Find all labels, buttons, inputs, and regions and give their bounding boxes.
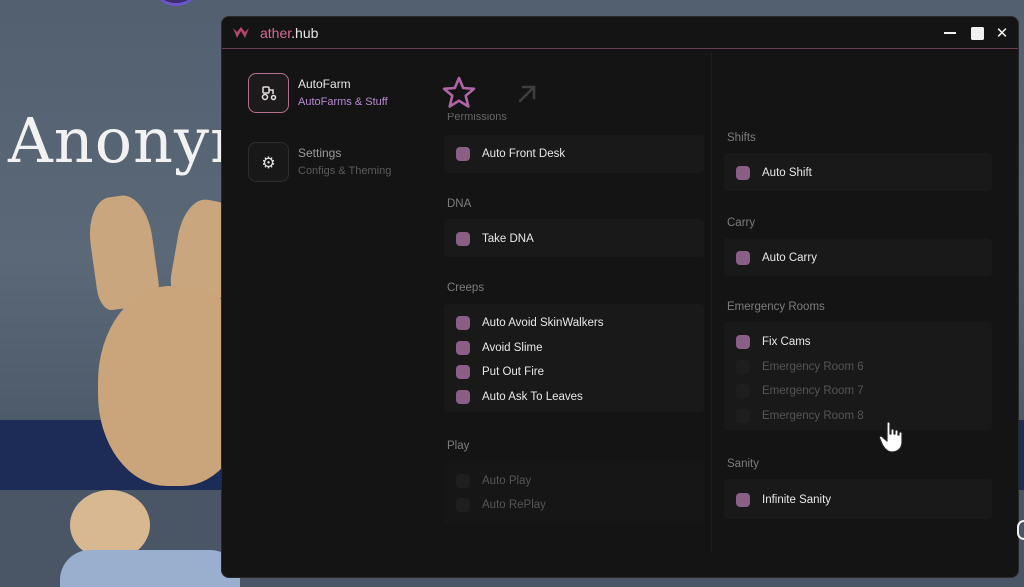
- arrow-up-right-icon[interactable]: [516, 83, 538, 105]
- sidebar-item-subtitle: AutoFarms & Stuff: [298, 96, 388, 108]
- toggle-emergency-room-8[interactable]: Emergency Room 8: [736, 406, 864, 426]
- toggle-auto-replay[interactable]: Auto RePlay: [456, 495, 546, 515]
- sidebar-item-label: AutoFarm: [298, 77, 351, 91]
- minimize-button[interactable]: [940, 23, 960, 43]
- toggle-auto-play[interactable]: Auto Play: [456, 471, 531, 491]
- star-icon[interactable]: [441, 75, 477, 111]
- section-title-permissions: Permissions: [447, 113, 507, 121]
- checkbox[interactable]: [456, 147, 470, 161]
- sidebar-item-autofarm[interactable]: AutoFarm AutoFarms & Stuff: [248, 73, 438, 115]
- maximize-button[interactable]: [967, 23, 987, 43]
- toggle-auto-shift[interactable]: Auto Shift: [736, 163, 812, 183]
- section-title-emergency-rooms: Emergency Rooms: [727, 301, 825, 313]
- section-title-creeps: Creeps: [447, 282, 485, 294]
- toggle-auto-front-desk[interactable]: Auto Front Desk: [456, 144, 565, 164]
- checkbox[interactable]: [736, 384, 750, 398]
- toggle-auto-carry[interactable]: Auto Carry: [736, 248, 817, 268]
- checkbox[interactable]: [456, 365, 470, 379]
- toggle-emergency-room-7[interactable]: Emergency Room 7: [736, 381, 864, 401]
- toggle-put-out-fire[interactable]: Put Out Fire: [456, 362, 544, 382]
- section-title-dna: DNA: [447, 198, 472, 210]
- close-button[interactable]: ✕: [992, 23, 1012, 43]
- checkbox[interactable]: [456, 341, 470, 355]
- toggle-auto-avoid-skinwalkers[interactable]: Auto Avoid SkinWalkers: [456, 313, 603, 333]
- toggle-fix-cams[interactable]: Fix Cams: [736, 332, 811, 352]
- checkbox[interactable]: [456, 390, 470, 404]
- minimize-icon: [944, 32, 956, 34]
- checkbox[interactable]: [736, 409, 750, 423]
- checkbox[interactable]: [736, 166, 750, 180]
- sidebar-item-subtitle: Configs & Theming: [298, 165, 392, 177]
- tractor-icon: [248, 73, 289, 113]
- checkbox[interactable]: [456, 474, 470, 488]
- toggle-avoid-slime[interactable]: Avoid Slime: [456, 338, 543, 358]
- gear-icon: ⚙: [248, 142, 289, 182]
- restore-icon: [970, 26, 984, 40]
- toggle-auto-ask-to-leaves[interactable]: Auto Ask To Leaves: [456, 387, 583, 407]
- section-title-sanity: Sanity: [727, 458, 759, 470]
- title-bar[interactable]: ather.hub ✕: [222, 17, 1018, 49]
- edge-bracket-icon: [1017, 520, 1024, 540]
- toggle-infinite-sanity[interactable]: Infinite Sanity: [736, 490, 831, 510]
- checkbox[interactable]: [736, 360, 750, 374]
- toggle-take-dna[interactable]: Take DNA: [456, 229, 534, 249]
- section-title-play: Play: [447, 440, 470, 452]
- wing-logo-icon: [233, 27, 249, 38]
- checkbox[interactable]: [736, 251, 750, 265]
- section-title-carry: Carry: [727, 217, 756, 229]
- checkbox[interactable]: [736, 493, 750, 507]
- checkbox[interactable]: [456, 316, 470, 330]
- player-nametag: Anonyn: [8, 104, 251, 177]
- checkbox[interactable]: [736, 335, 750, 349]
- hand-cursor-icon: [878, 421, 903, 453]
- checkbox[interactable]: [456, 232, 470, 246]
- bunny-avatar: [0, 190, 248, 587]
- close-icon: ✕: [995, 23, 1009, 42]
- section-title-shifts: Shifts: [727, 132, 756, 144]
- sidebar-item-label: Settings: [298, 146, 342, 160]
- sidebar-item-settings[interactable]: ⚙ Settings Configs & Theming: [248, 142, 438, 184]
- app-title: ather.hub: [260, 25, 319, 41]
- checkbox[interactable]: [456, 498, 470, 512]
- toggle-emergency-room-6[interactable]: Emergency Room 6: [736, 357, 864, 377]
- hub-window: ather.hub ✕ AutoFarm AutoFarms & Stuff ⚙…: [221, 16, 1019, 578]
- column-divider: [711, 53, 712, 553]
